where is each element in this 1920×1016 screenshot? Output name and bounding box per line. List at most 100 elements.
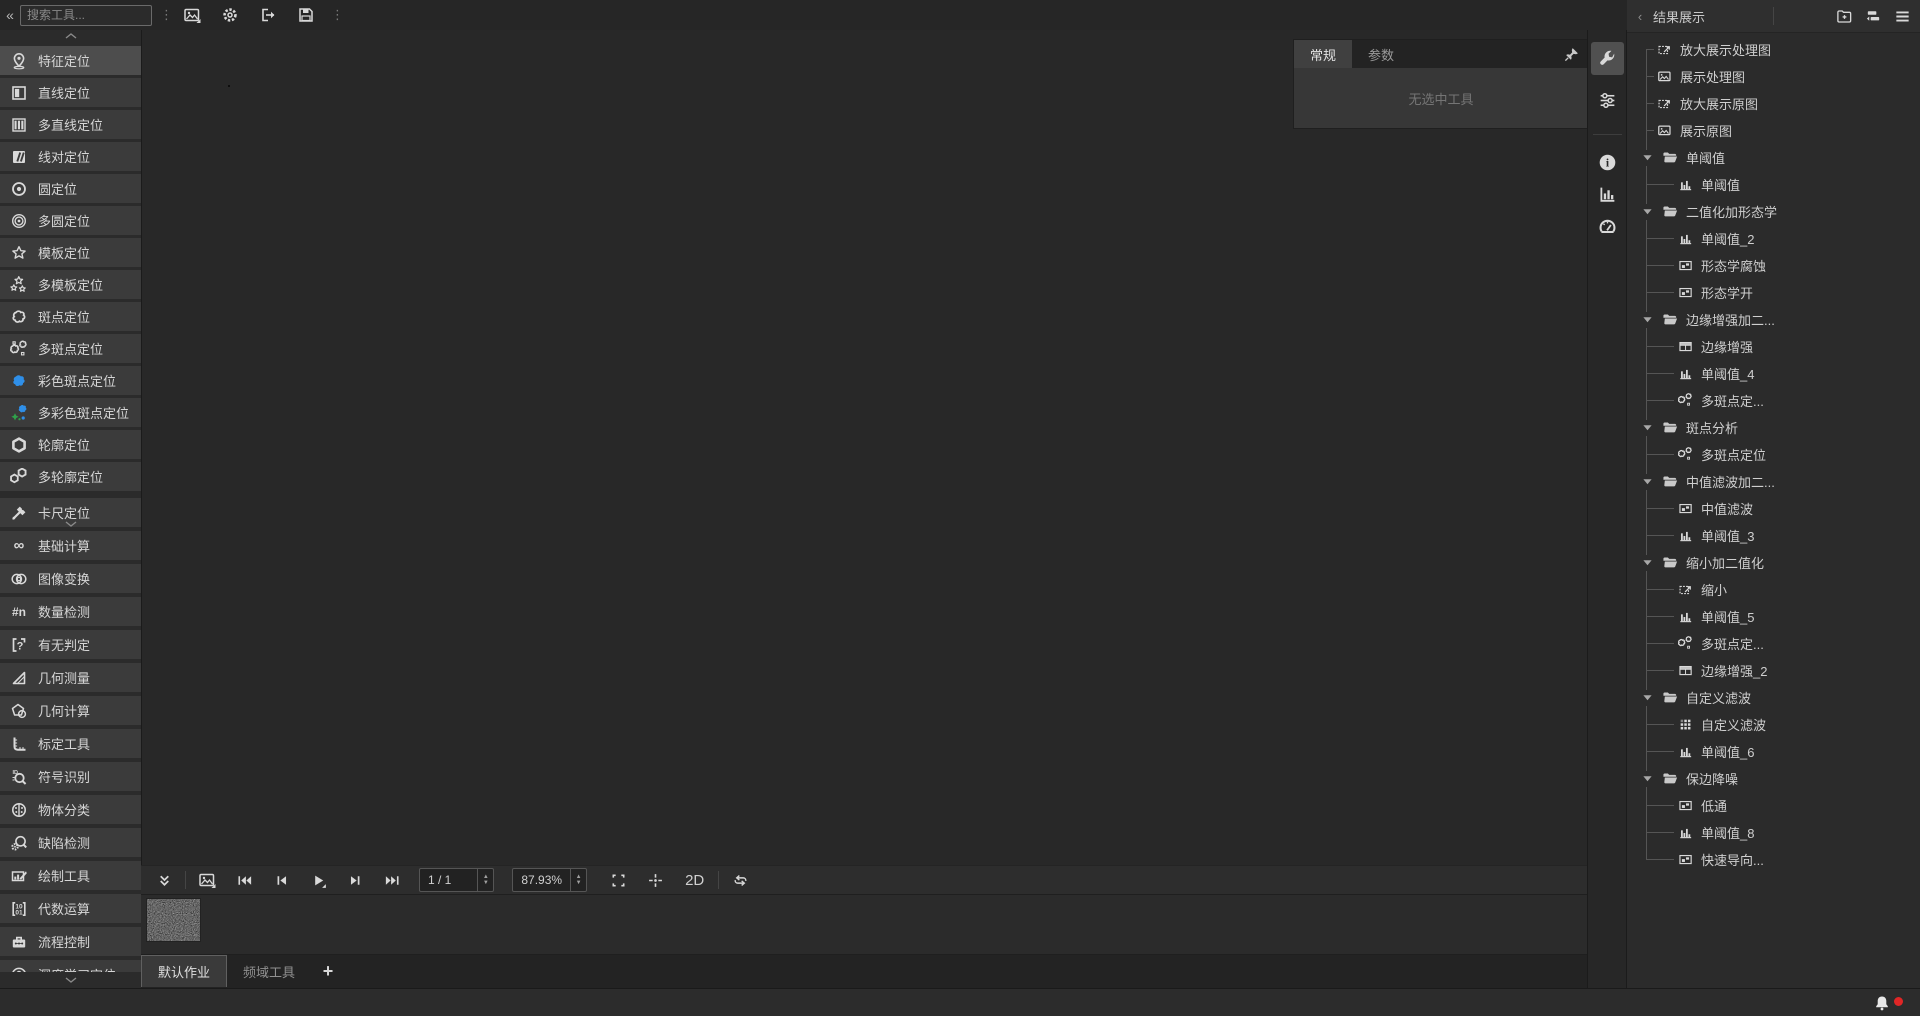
- chevron-down-icon[interactable]: [1639, 204, 1655, 220]
- tree-folder[interactable]: 单阈值: [1627, 144, 1920, 171]
- center-crosshair-icon[interactable]: [644, 869, 666, 891]
- next-frame-icon[interactable]: [344, 869, 366, 891]
- view-mode-2d-button[interactable]: 2D: [685, 872, 704, 889]
- sidebar-item-color-blob[interactable]: 彩色斑点定位: [0, 366, 141, 395]
- tree-item[interactable]: 展示处理图: [1627, 63, 1920, 90]
- collapse-bar-icon[interactable]: [153, 869, 175, 891]
- scroll-down-icon[interactable]: [0, 518, 141, 530]
- tree-folder[interactable]: 边缘增强加二...: [1627, 306, 1920, 333]
- sidebar-item-multi-blob[interactable]: 多斑点定位: [0, 334, 141, 363]
- tree-item[interactable]: 单阈值_2: [1627, 225, 1920, 252]
- sidebar-item-algebra[interactable]: 1001代数运算: [0, 894, 141, 923]
- skip-to-end-icon[interactable]: [381, 869, 403, 891]
- info-button[interactable]: i: [1591, 146, 1624, 179]
- export-icon[interactable]: [257, 4, 279, 26]
- chevron-down-icon[interactable]: [1639, 474, 1655, 490]
- sidebar-item-draw[interactable]: 绘制工具: [0, 861, 141, 890]
- tree-item[interactable]: 缩小: [1627, 576, 1920, 603]
- sidebar-item-multi-color-blob[interactable]: 多彩色斑点定位: [0, 398, 141, 427]
- sidebar-item-multi-star[interactable]: 多模板定位: [0, 270, 141, 299]
- job-tab-1[interactable]: 默认作业: [141, 955, 227, 987]
- tree-item[interactable]: 单阈值: [1627, 171, 1920, 198]
- tree-folder[interactable]: 中值滤波加二...: [1627, 468, 1920, 495]
- sidebar-item-toolbox[interactable]: 流程控制: [0, 927, 141, 956]
- sidebar-item-multi-line[interactable]: 多直线定位: [0, 110, 141, 139]
- sidebar-item-multi-circle[interactable]: 多圆定位: [0, 206, 141, 235]
- tab-parameters[interactable]: 参数: [1352, 40, 1410, 68]
- zoom-spinner[interactable]: 87.93% ▲▼: [512, 868, 587, 892]
- sidebar-item-symbol-id[interactable]: ID符号识别: [0, 762, 141, 791]
- skip-to-start-icon[interactable]: [233, 869, 255, 891]
- sidebar-item-geo-measure[interactable]: 几何测量: [0, 663, 141, 692]
- tree-item[interactable]: 单阈值_6: [1627, 738, 1920, 765]
- bell-icon[interactable]: [1872, 993, 1892, 1013]
- menu-icon[interactable]: [1893, 7, 1912, 26]
- image-canvas[interactable]: 常规 参数 无选中工具: [141, 30, 1587, 865]
- tree-item[interactable]: 放大展示处理图: [1627, 36, 1920, 63]
- tree-item[interactable]: 多斑点定...: [1627, 387, 1920, 414]
- drag-handle-icon[interactable]: ⋮: [160, 10, 173, 20]
- sidebar-item-defect[interactable]: 缺陷检测: [0, 828, 141, 857]
- chevron-down-icon[interactable]: [1639, 555, 1655, 571]
- tree-folder[interactable]: 自定义滤波: [1627, 684, 1920, 711]
- tree-folder[interactable]: 缩小加二值化: [1627, 549, 1920, 576]
- image-thumbnail[interactable]: [147, 899, 200, 941]
- scroll-down-icon[interactable]: [0, 974, 141, 986]
- sidebar-item-classify[interactable]: 物体分类: [0, 795, 141, 824]
- search-input[interactable]: [20, 5, 152, 26]
- tree-item[interactable]: 形态学腐蚀: [1627, 252, 1920, 279]
- previous-frame-icon[interactable]: [270, 869, 292, 891]
- settings-gear-icon[interactable]: [219, 4, 241, 26]
- sidebar-item-line-rect[interactable]: 直线定位: [0, 78, 141, 107]
- tree-item[interactable]: 展示原图: [1627, 117, 1920, 144]
- sidebar-item-star[interactable]: 模板定位: [0, 238, 141, 267]
- new-folder-icon[interactable]: [1835, 7, 1854, 26]
- chevron-down-icon[interactable]: [1639, 150, 1655, 166]
- tree-item[interactable]: 多斑点定...: [1627, 630, 1920, 657]
- tree-folder[interactable]: 保边降噪: [1627, 765, 1920, 792]
- tree-item[interactable]: 边缘增强: [1627, 333, 1920, 360]
- tree-item[interactable]: 自定义滤波: [1627, 711, 1920, 738]
- tool-config-button[interactable]: [1591, 42, 1624, 75]
- sidebar-item-pin-person[interactable]: 特征定位: [0, 46, 141, 75]
- save-icon[interactable]: [295, 4, 317, 26]
- tree-item[interactable]: 中值滤波: [1627, 495, 1920, 522]
- tree-item[interactable]: 单阈值_3: [1627, 522, 1920, 549]
- tree-item[interactable]: 单阈值_5: [1627, 603, 1920, 630]
- tab-general[interactable]: 常规: [1294, 40, 1352, 68]
- play-icon[interactable]: [307, 869, 329, 891]
- scroll-up-icon[interactable]: [0, 30, 141, 42]
- sidebar-item-presence[interactable]: ?有无判定: [0, 630, 141, 659]
- tree-item[interactable]: 低通: [1627, 792, 1920, 819]
- sidebar-item-count[interactable]: #n数量检测: [0, 597, 141, 626]
- sidebar-item-blob[interactable]: 斑点定位: [0, 302, 141, 331]
- fit-fullscreen-icon[interactable]: [607, 869, 629, 891]
- loop-icon[interactable]: [729, 869, 751, 891]
- tree-item[interactable]: 单阈值_8: [1627, 819, 1920, 846]
- collapse-all-icon[interactable]: [1864, 7, 1883, 26]
- tree-item[interactable]: 放大展示原图: [1627, 90, 1920, 117]
- drag-handle-icon[interactable]: ⋮: [331, 10, 344, 20]
- job-tab-2[interactable]: 频域工具: [227, 955, 311, 987]
- zoom-spinner-arrows[interactable]: ▲▼: [570, 869, 586, 891]
- sidebar-item-circle-dot[interactable]: 圆定位: [0, 174, 141, 203]
- tree-item[interactable]: 单阈值_4: [1627, 360, 1920, 387]
- tree-item[interactable]: 形态学开: [1627, 279, 1920, 306]
- sidebar-item-contour[interactable]: 轮廓定位: [0, 430, 141, 459]
- collapse-sidebar-icon[interactable]: «: [0, 7, 20, 23]
- chevron-down-icon[interactable]: [1639, 312, 1655, 328]
- tree-folder[interactable]: 斑点分析: [1627, 414, 1920, 441]
- image-source-icon[interactable]: [196, 869, 218, 891]
- tree-item[interactable]: 快速导向...: [1627, 846, 1920, 873]
- pushpin-icon[interactable]: [1562, 45, 1580, 63]
- frame-spinner[interactable]: 1 / 1 ▲▼: [419, 868, 494, 892]
- sidebar-item-transform[interactable]: 图像变换: [0, 564, 141, 593]
- image-tool-icon[interactable]: [181, 4, 203, 26]
- sidebar-item-geo-calc[interactable]: 几何计算: [0, 696, 141, 725]
- tree-folder[interactable]: 二值化加形态学: [1627, 198, 1920, 225]
- performance-button[interactable]: [1591, 210, 1624, 243]
- sidebar-item-multi-contour[interactable]: 多轮廓定位: [0, 462, 141, 491]
- sidebar-item-calibration[interactable]: 标定工具: [0, 729, 141, 758]
- sidebar-item-line-pair[interactable]: 线对定位: [0, 142, 141, 171]
- sidebar-item-infinity[interactable]: ∞基础计算: [0, 531, 141, 560]
